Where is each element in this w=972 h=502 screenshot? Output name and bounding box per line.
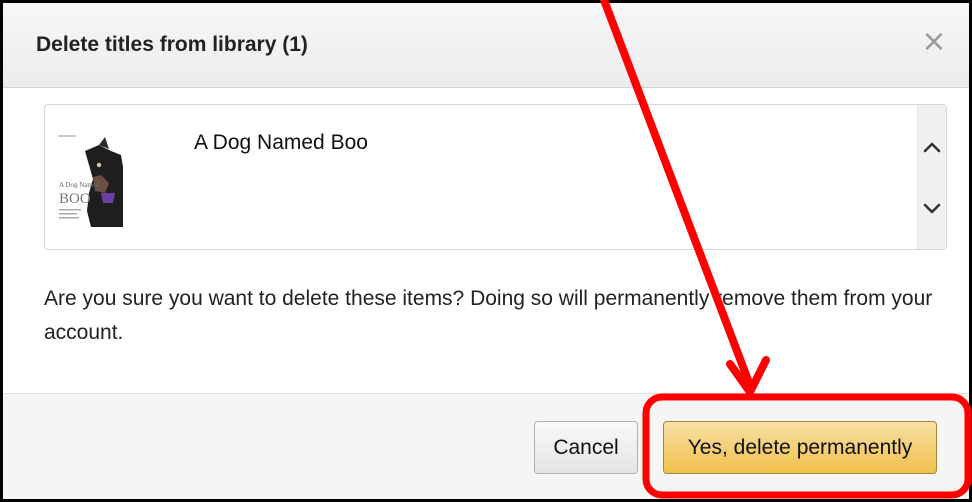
item-title: A Dog Named Boo bbox=[194, 131, 368, 154]
delete-dialog: Delete titles from library (1) × A Dog N… bbox=[3, 3, 969, 499]
dialog-footer: Cancel Yes, delete permanently bbox=[3, 393, 969, 499]
chevron-down-icon[interactable] bbox=[918, 189, 946, 229]
chevron-up-icon[interactable] bbox=[918, 127, 946, 167]
delete-permanently-button[interactable]: Yes, delete permanently bbox=[663, 421, 937, 474]
list-scrollbar[interactable] bbox=[917, 105, 946, 249]
cover-title-text: BOO bbox=[59, 191, 91, 207]
cancel-button[interactable]: Cancel bbox=[534, 421, 638, 474]
confirmation-message: Are you sure you want to delete these it… bbox=[44, 287, 933, 344]
book-cover: A Dog Named BOO bbox=[55, 131, 123, 227]
dialog-header: Delete titles from library (1) × bbox=[3, 3, 969, 88]
dialog-title: Delete titles from library (1) bbox=[36, 33, 308, 56]
svg-text:A Dog Named: A Dog Named bbox=[59, 181, 100, 189]
items-list: A Dog Named BOO A Dog Named Boo bbox=[44, 104, 947, 250]
book-cover-image: A Dog Named BOO bbox=[55, 131, 123, 227]
close-icon[interactable]: × bbox=[919, 27, 949, 57]
